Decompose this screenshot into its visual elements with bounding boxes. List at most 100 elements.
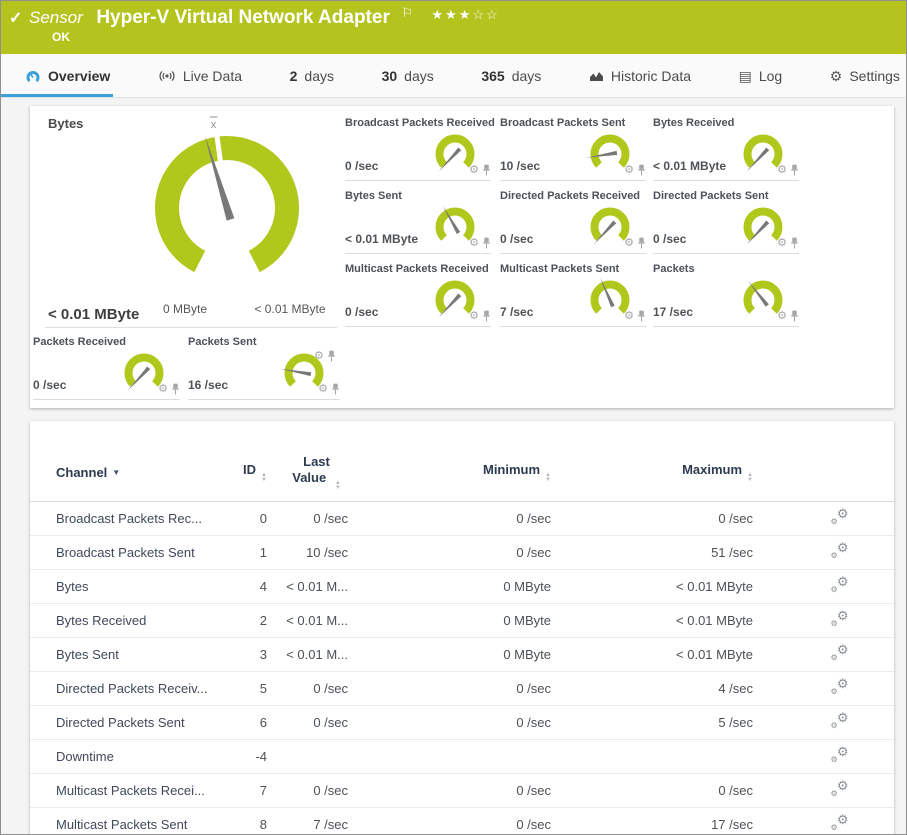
table-row: Downtime-4⚙⚙	[30, 740, 894, 774]
gauge-settings-gear-icon[interactable]: ⚙	[624, 238, 634, 249]
pin-icon[interactable]	[790, 164, 799, 177]
pin-icon[interactable]	[482, 237, 491, 250]
channel-id: 8	[240, 808, 285, 835]
pin-icon[interactable]	[637, 237, 646, 250]
channel-max	[585, 740, 785, 774]
gauge-settings-gear-icon[interactable]: ⚙	[777, 311, 787, 322]
channel-last: < 0.01 M...	[285, 570, 380, 604]
column-header-minimum[interactable]: Minimum▲▼	[380, 443, 585, 502]
tab-range-number: 2	[290, 68, 298, 84]
channel-actions: ⚙⚙	[785, 774, 894, 808]
pin-icon[interactable]	[790, 310, 799, 323]
gauge-value: < 0.01 MByte	[345, 232, 418, 246]
log-icon: ▤	[739, 69, 752, 83]
channel-id: 7	[240, 774, 285, 808]
sensor-header: ✓ Sensor Hyper-V Virtual Network Adapter…	[1, 1, 906, 54]
gauge-multicast-packets-received: Multicast Packets Received0 /sec⚙	[345, 262, 491, 327]
gauge-value: 16 /sec	[188, 378, 228, 392]
gauge-broadcast-packets-sent: Broadcast Packets Sent10 /sec⚙	[500, 116, 646, 181]
tab-label: Overview	[48, 68, 110, 84]
channels-table: Channel▼ID▲▼LastValue ▲▼ Minimum▲▼Maximum…	[30, 443, 894, 835]
priority-flag-icon[interactable]: ⚐	[401, 5, 413, 20]
channel-settings-icon[interactable]: ⚙⚙	[831, 680, 849, 695]
channel-max: < 0.01 MByte	[585, 570, 785, 604]
gauge-settings-gear-icon[interactable]: ⚙	[318, 384, 328, 395]
tab-365-days[interactable]: 365days	[481, 54, 541, 97]
gauge-settings-gear-icon[interactable]: ⚙	[777, 238, 787, 249]
pin-icon[interactable]	[790, 237, 799, 250]
gauge-bytes-received: Bytes Received < 0.01 MByte ⚙	[653, 116, 799, 181]
gauge-value: 0 /sec	[653, 232, 686, 246]
channel-settings-icon[interactable]: ⚙⚙	[831, 578, 849, 593]
gauge-directed-packets-sent: Directed Packets Sent0 /sec⚙	[653, 189, 799, 254]
gauge-settings-gear-icon[interactable]: ⚙	[469, 165, 479, 176]
pin-icon[interactable]	[171, 383, 180, 396]
gauge-broadcast-packets-received: Broadcast Packets Received0 /sec⚙	[345, 116, 491, 181]
gauges-panel: Bytes x 0 MByte < 0.01 MByte < 0.01 MByt…	[30, 106, 894, 408]
channel-max: 5 /sec	[585, 706, 785, 740]
pin-icon[interactable]	[482, 164, 491, 177]
gauge-label: Bytes Received	[653, 117, 734, 129]
column-header-maximum[interactable]: Maximum▲▼	[585, 443, 785, 502]
gauge-settings-gear-icon[interactable]: ⚙	[624, 165, 634, 176]
tab-live-data[interactable]: Live Data	[158, 54, 242, 97]
channel-min: 0 MByte	[380, 638, 585, 672]
favorite-rating[interactable]: ★★★☆☆	[431, 7, 499, 22]
channel-settings-icon[interactable]: ⚙⚙	[831, 782, 849, 797]
channel-last: 0 /sec	[285, 672, 380, 706]
channel-settings-icon[interactable]: ⚙⚙	[831, 816, 849, 831]
channel-settings-icon[interactable]: ⚙⚙	[831, 612, 849, 627]
gauge-actions: ⚙	[624, 237, 646, 250]
tab-settings[interactable]: ⚙Settings	[830, 54, 900, 97]
channel-actions: ⚙⚙	[785, 706, 894, 740]
channel-settings-icon[interactable]: ⚙⚙	[831, 714, 849, 729]
gauge-settings-gear-icon[interactable]: ⚙	[158, 384, 168, 395]
pin-icon[interactable]	[331, 383, 340, 396]
tab-30-days[interactable]: 30days	[382, 54, 434, 97]
tab-overview[interactable]: Overview	[25, 54, 110, 97]
channel-max: 17 /sec	[585, 808, 785, 835]
channel-min: 0 /sec	[380, 536, 585, 570]
channel-actions: ⚙⚙	[785, 570, 894, 604]
gauge-settings-gear-icon[interactable]: ⚙	[469, 311, 479, 322]
column-header-label: LastValue ▲▼	[292, 454, 341, 491]
channel-id: 1	[240, 536, 285, 570]
channel-name: Bytes Received	[30, 604, 240, 638]
column-header-last-value[interactable]: LastValue ▲▼	[285, 443, 380, 502]
gauge-settings-gear-icon[interactable]: ⚙	[777, 165, 787, 176]
channel-id: -4	[240, 740, 285, 774]
tab-2-days[interactable]: 2days	[290, 54, 334, 97]
gauge-bytes-sent: Bytes Sent < 0.01 MByte ⚙	[345, 189, 491, 254]
tab-historic-data[interactable]: Historic Data	[589, 54, 691, 97]
pin-icon[interactable]	[637, 310, 646, 323]
channel-actions: ⚙⚙	[785, 604, 894, 638]
channel-name: Multicast Packets Recei...	[30, 774, 240, 808]
channel-name: Broadcast Packets Rec...	[30, 502, 240, 536]
gauge-settings-gear-icon[interactable]: ⚙	[624, 311, 634, 322]
gauge-value: < 0.01 MByte	[653, 159, 726, 173]
gauge-packets-sent: Packets Sent16 /sec⚙	[188, 335, 340, 400]
table-row: Bytes Received2< 0.01 M...0 MByte< 0.01 …	[30, 604, 894, 638]
settings-icon: ⚙	[830, 69, 843, 83]
column-header-id[interactable]: ID▲▼	[240, 443, 285, 502]
gauge-settings-gear-icon[interactable]: ⚙	[469, 238, 479, 249]
channel-settings-icon[interactable]: ⚙⚙	[831, 646, 849, 661]
live-data-icon	[158, 70, 176, 82]
channel-min: 0 MByte	[380, 604, 585, 638]
tab-label: Live Data	[183, 68, 242, 84]
gauge-value: 10 /sec	[500, 159, 540, 173]
pin-icon[interactable]	[482, 310, 491, 323]
gauge-multicast-packets-sent: Multicast Packets Sent7 /sec⚙	[500, 262, 646, 327]
channel-settings-icon[interactable]: ⚙⚙	[831, 544, 849, 559]
table-row: Multicast Packets Sent87 /sec0 /sec17 /s…	[30, 808, 894, 835]
gauge-label: Bytes Sent	[345, 190, 402, 202]
channel-last: < 0.01 M...	[285, 638, 380, 672]
tab-log[interactable]: ▤Log	[739, 54, 783, 97]
channel-settings-icon[interactable]: ⚙⚙	[831, 748, 849, 763]
gauge-actions: ⚙	[624, 164, 646, 177]
column-header-channel[interactable]: Channel▼	[30, 443, 240, 502]
channel-settings-icon[interactable]: ⚙⚙	[831, 510, 849, 525]
gauge-directed-packets-received: Directed Packets Received0 /sec⚙	[500, 189, 646, 254]
table-row: Broadcast Packets Sent110 /sec0 /sec51 /…	[30, 536, 894, 570]
pin-icon[interactable]	[637, 164, 646, 177]
